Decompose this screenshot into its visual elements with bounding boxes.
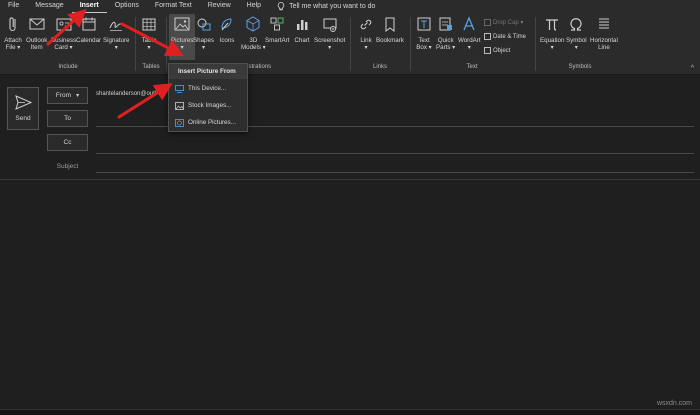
3d-models-button[interactable]: 3D Models ▾ — [241, 15, 266, 51]
tab-insert[interactable]: Insert — [71, 0, 107, 13]
ribbon-separator — [166, 17, 167, 71]
ribbon: Attach File ▾ Outlook Item Business Card… — [0, 13, 700, 75]
chart-button[interactable]: Chart — [293, 15, 311, 44]
send-label: Send — [15, 115, 31, 122]
menu-item-online-pictures[interactable]: Online Pictures... — [175, 117, 245, 128]
lightbulb-icon — [277, 2, 285, 11]
screenshot-button[interactable]: Screenshot ▾ — [314, 15, 345, 51]
cc-label: Cc — [63, 139, 72, 146]
table-icon — [142, 18, 156, 31]
from-address: shantelanderson@outl — [96, 91, 157, 97]
wordart-button[interactable]: WordArt ▾ — [458, 15, 481, 51]
cube-icon — [246, 16, 260, 32]
menu-item-stock-images[interactable]: Stock Images... — [175, 100, 245, 111]
bar-chart-icon — [297, 20, 308, 30]
tell-me-search[interactable]: Tell me what you want to do — [277, 2, 375, 11]
wordart-icon — [463, 16, 475, 31]
text-box-icon — [417, 17, 431, 31]
text-box-button[interactable]: Text Box ▾ — [415, 15, 433, 51]
drop-cap-button[interactable]: Drop Cap ▾ — [484, 19, 523, 26]
tab-file[interactable]: File — [0, 0, 27, 13]
smartart-button[interactable]: SmartArt — [265, 15, 289, 44]
shapes-icon — [197, 18, 210, 31]
device-icon — [175, 84, 184, 93]
cc-field[interactable] — [96, 153, 694, 154]
dropdown-header: Insert Picture From — [169, 64, 247, 79]
ribbon-separator — [410, 17, 411, 71]
online-pictures-icon — [175, 118, 184, 127]
omega-icon — [570, 18, 582, 31]
outlook-item-button[interactable]: Outlook Item — [26, 15, 47, 51]
from-label: From — [55, 92, 72, 99]
to-button[interactable]: To — [47, 110, 88, 127]
link-icon — [360, 19, 372, 30]
to-label: To — [64, 115, 71, 122]
business-card-button[interactable]: Business Card ▾ — [51, 15, 76, 51]
calendar-button[interactable]: Calendar — [76, 15, 101, 44]
menu-bar: File Message Insert Options Format Text … — [0, 0, 700, 13]
tab-options[interactable]: Options — [107, 0, 147, 13]
pi-icon — [546, 19, 559, 31]
quick-parts-button[interactable]: Quick Parts ▾ — [436, 15, 455, 51]
tab-help[interactable]: Help — [239, 0, 269, 13]
paperclip-icon — [9, 17, 16, 32]
message-body-divider — [0, 179, 700, 180]
bookmark-button[interactable]: Bookmark — [376, 15, 404, 44]
screenshot-icon — [323, 18, 337, 32]
group-label-tables: Tables — [142, 64, 160, 70]
ribbon-separator — [535, 17, 536, 71]
ribbon-separator — [135, 17, 136, 71]
subject-label: Subject — [56, 163, 79, 170]
object-button[interactable]: Object — [484, 47, 510, 54]
calendar-icon — [82, 17, 96, 31]
attach-file-button[interactable]: Attach File ▾ — [4, 15, 22, 51]
business-card-icon — [56, 18, 72, 31]
bookmark-icon — [385, 17, 395, 32]
quick-parts-icon — [439, 17, 452, 31]
tab-review[interactable]: Review — [200, 0, 239, 13]
envelope-icon — [29, 18, 45, 30]
date-time-button[interactable]: Date & Time — [484, 33, 526, 40]
group-label-text: Text — [466, 64, 478, 70]
chevron-down-icon: ▾ — [76, 93, 80, 99]
signature-icon — [109, 21, 123, 31]
group-label-include: Include — [58, 64, 78, 70]
equation-button[interactable]: Equation ▾ — [540, 15, 564, 51]
shapes-button[interactable]: Shapes ▾ — [193, 15, 214, 51]
icons-button[interactable]: Icons — [218, 15, 236, 44]
signature-button[interactable]: Signature ▾ — [103, 15, 130, 51]
from-button[interactable]: From ▾ — [47, 87, 88, 104]
send-icon — [14, 95, 32, 110]
menu-item-this-device[interactable]: This Device... — [175, 83, 245, 94]
tab-format-text[interactable]: Format Text — [147, 0, 200, 13]
table-button[interactable]: Table ▾ — [140, 15, 158, 51]
smartart-icon — [270, 17, 284, 31]
link-button[interactable]: Link ▾ — [357, 15, 375, 51]
horizontal-line-icon — [598, 18, 609, 29]
pictures-button[interactable]: Pictures ▾ — [169, 14, 196, 60]
icons-icon — [221, 18, 232, 31]
insert-picture-dropdown: Insert Picture From This Device... Stock… — [168, 63, 248, 132]
group-label-links: Links — [372, 64, 387, 70]
collapse-ribbon-icon[interactable]: ^ — [691, 65, 694, 72]
subject-field[interactable] — [96, 172, 694, 173]
tell-me-label: Tell me what you want to do — [289, 3, 376, 10]
object-icon — [484, 47, 491, 54]
send-button[interactable]: Send — [7, 87, 39, 130]
group-label-symbols: Symbols — [568, 64, 592, 70]
watermark: wsxdn.com — [656, 400, 692, 407]
date-time-icon — [484, 33, 491, 40]
picture-icon — [174, 17, 190, 31]
symbol-button[interactable]: Symbol ▾ — [566, 15, 587, 51]
drop-cap-icon — [484, 19, 491, 26]
tab-message[interactable]: Message — [27, 0, 71, 13]
status-bar — [0, 409, 700, 415]
stock-images-icon — [175, 101, 184, 110]
cc-button[interactable]: Cc — [47, 134, 88, 151]
ribbon-separator — [350, 17, 351, 71]
horizontal-line-button[interactable]: Horizontal Line — [590, 15, 618, 51]
